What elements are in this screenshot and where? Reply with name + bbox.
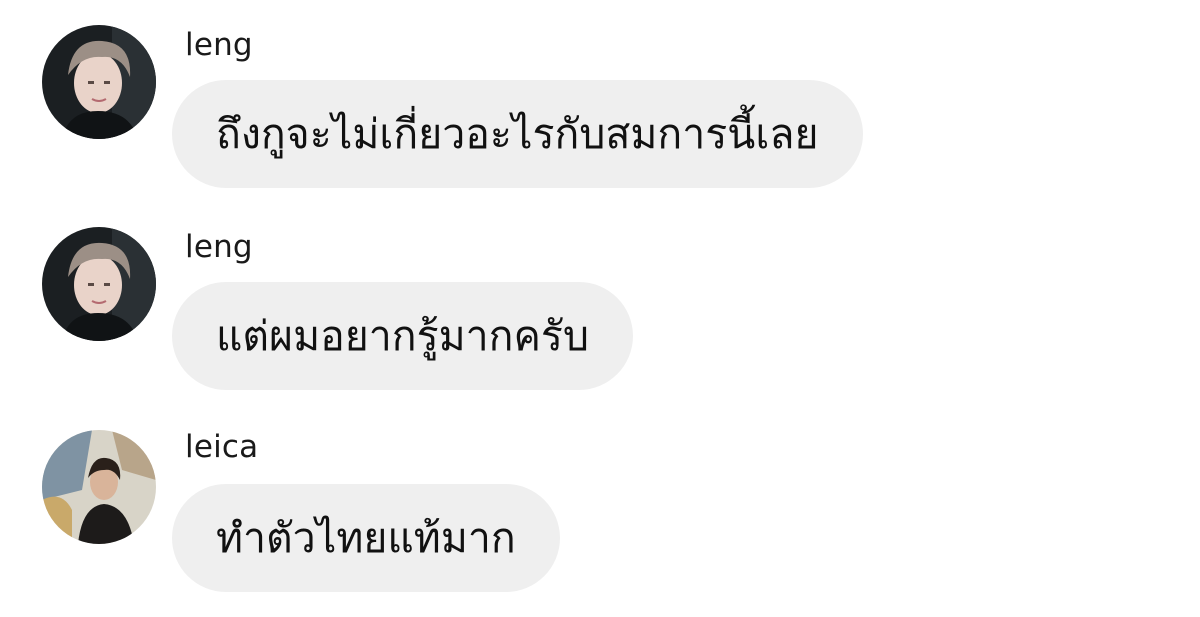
username[interactable]: leica bbox=[185, 432, 258, 463]
message-bubble[interactable]: ทำตัวไทยแท้มาก bbox=[172, 484, 560, 592]
profile-photo-leng bbox=[42, 25, 156, 139]
message-bubble[interactable]: แต่ผมอยากรู้มากครับ bbox=[172, 282, 633, 390]
avatar[interactable] bbox=[42, 25, 156, 139]
profile-photo-leica bbox=[42, 430, 156, 544]
profile-photo-leng bbox=[42, 227, 156, 341]
avatar[interactable] bbox=[42, 430, 156, 544]
username[interactable]: leng bbox=[185, 30, 253, 61]
message-bubble[interactable]: ถึงกูจะไม่เกี่ยวอะไรกับสมการนี้เลย bbox=[172, 80, 863, 188]
avatar[interactable] bbox=[42, 227, 156, 341]
username[interactable]: leng bbox=[185, 232, 253, 263]
